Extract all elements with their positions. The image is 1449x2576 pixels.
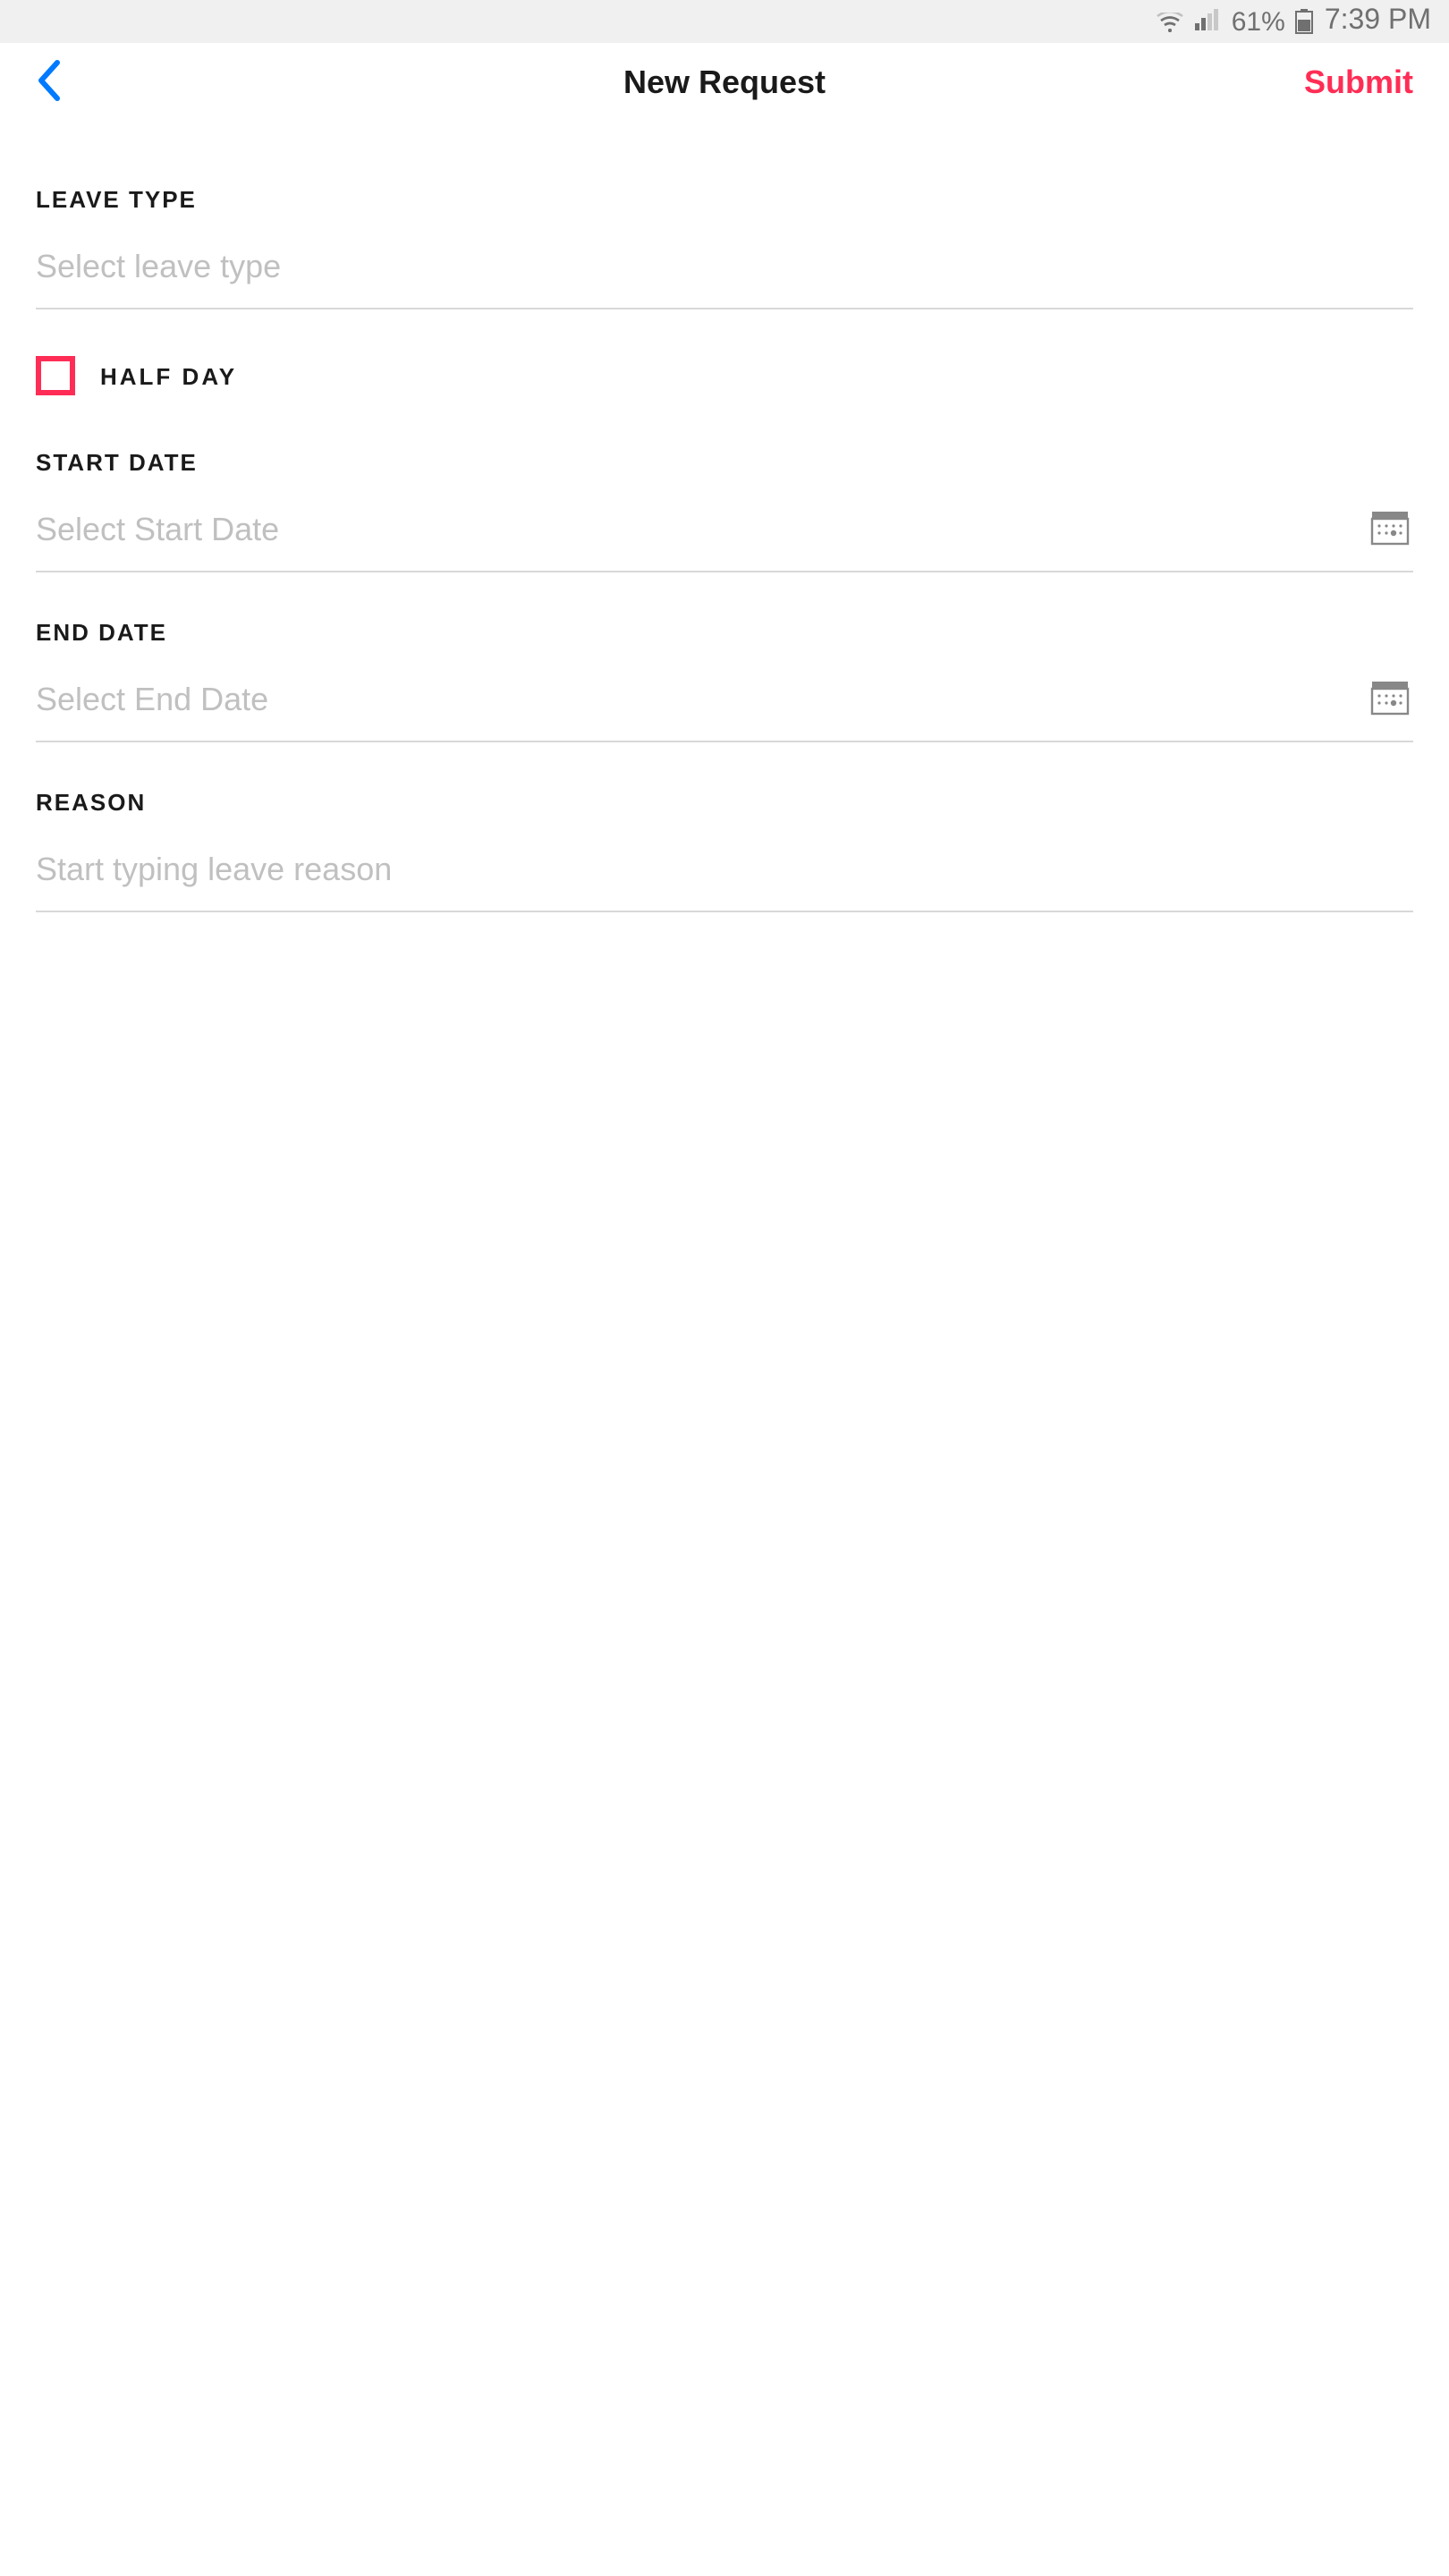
wifi-icon [1157,11,1185,32]
status-time: 7:39 PM [1325,5,1431,38]
page-title: New Request [623,64,826,101]
signal-icon [1196,6,1221,37]
field-end-date: END DATE [36,619,1413,742]
battery-percent: 61% [1232,6,1285,37]
form-content: LEAVE TYPE HALF DAY START DATE [0,122,1449,995]
end-date-label: END DATE [36,619,1413,646]
reason-label: REASON [36,789,1413,816]
leave#leave-type: LEAVE TYPE [36,186,1413,309]
field-start-date: START DATE [36,449,1413,572]
nav-bar: New Request Submit [0,43,1449,122]
calendar-icon[interactable] [1370,508,1410,547]
end-date-input[interactable] [36,671,1413,742]
submit-button[interactable]: Submit [1304,64,1413,101]
status-bar: 61% 7:39 PM [0,0,1449,43]
reason-input[interactable] [36,841,1413,912]
field-reason: REASON [36,789,1413,912]
start-date-label: START DATE [36,449,1413,476]
leave-type-input[interactable] [36,238,1413,309]
back-button[interactable] [36,54,61,111]
battery-icon [1296,9,1314,34]
half-day-label: HALF DAY [100,362,237,389]
half-day-row: HALF DAY [36,356,1413,395]
calendar-icon[interactable] [1370,678,1410,717]
half-day-checkbox[interactable] [36,356,75,395]
leave-type-label: LEAVE TYPE [36,186,1413,213]
start-date-input[interactable] [36,501,1413,572]
